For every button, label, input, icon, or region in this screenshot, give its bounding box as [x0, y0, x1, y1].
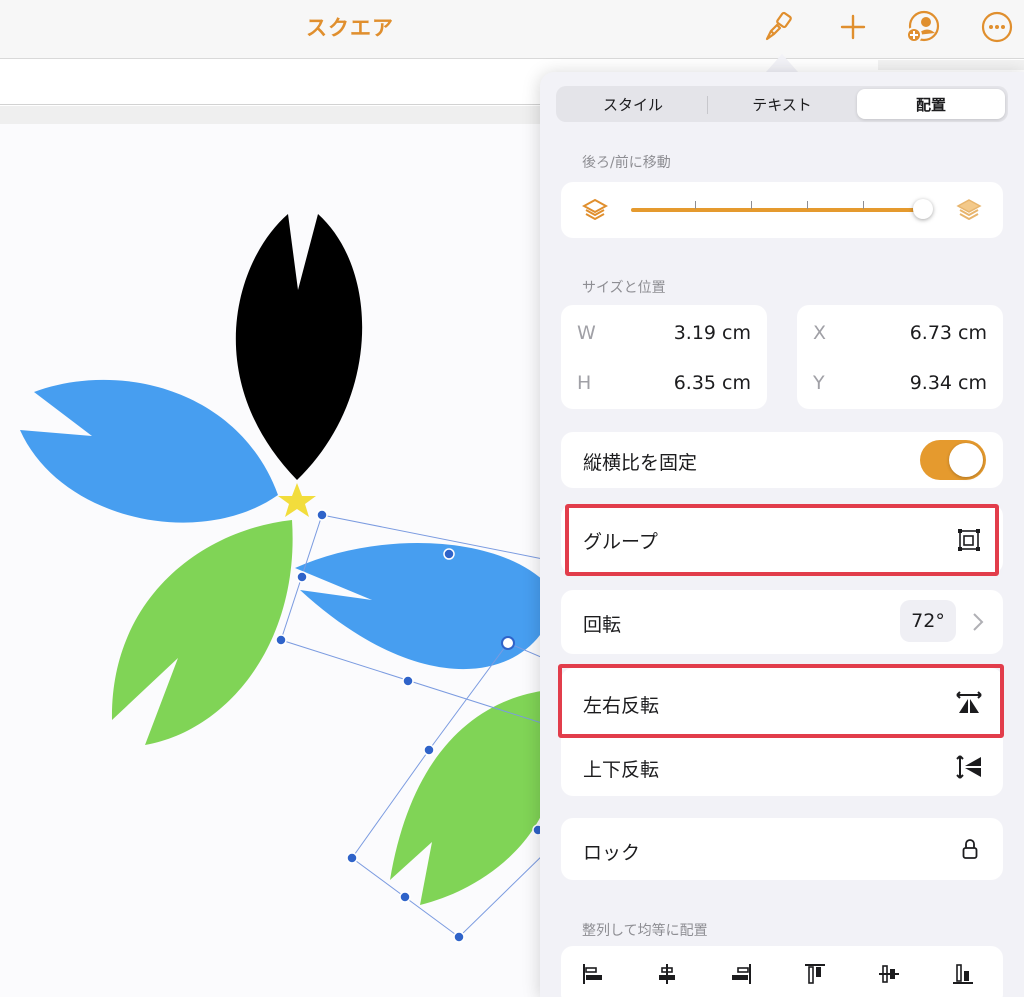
size-position-label: サイズと位置 [582, 280, 666, 296]
width-label: W [577, 322, 596, 344]
size-card: W 3.19 cm H 6.35 cm [561, 305, 767, 409]
align-center-icon[interactable] [653, 960, 681, 988]
ruler-edge [878, 60, 1024, 70]
slider-tick [695, 201, 696, 209]
rotate-label: 回転 [583, 614, 622, 636]
height-field[interactable]: 6.35 cm [674, 372, 751, 394]
align-left-icon[interactable] [579, 960, 607, 988]
tab-arrange[interactable]: 配置 [857, 89, 1005, 119]
toggle-knob [949, 443, 983, 477]
bring-forward-icon[interactable] [955, 196, 983, 224]
lock-icon[interactable] [960, 836, 980, 862]
align-right-icon[interactable] [727, 960, 755, 988]
tab-text[interactable]: テキスト [708, 89, 856, 119]
star-shape [278, 483, 316, 517]
blue-petal-shape [20, 379, 278, 523]
position-card: X 6.73 cm Y 9.34 cm [797, 305, 1003, 409]
collaborate-icon[interactable] [904, 8, 942, 46]
align-section-label: 整列して均等に配置 [582, 923, 708, 939]
plus-icon[interactable] [834, 8, 872, 46]
black-petal-shape [235, 214, 363, 480]
popover-arrow [766, 54, 798, 72]
align-bottom-icon[interactable] [949, 960, 977, 988]
chevron-right-icon[interactable] [968, 610, 988, 634]
slider-thumb[interactable] [913, 199, 933, 219]
flip-horizontal-highlight-box [558, 664, 1004, 738]
align-card [561, 946, 1003, 997]
slider-tick [807, 201, 808, 209]
height-label: H [577, 372, 592, 394]
inspector-tabs: スタイル テキスト 配置 [556, 86, 1008, 122]
flip-vertical-icon[interactable] [954, 753, 984, 781]
flip-vertical-label[interactable]: 上下反転 [583, 755, 659, 782]
rotate-value[interactable]: 72° [900, 600, 956, 642]
x-label: X [813, 322, 827, 344]
more-icon[interactable] [978, 8, 1016, 46]
align-top-icon[interactable] [801, 960, 829, 988]
selected-blue-petal-shape [295, 542, 548, 670]
y-field[interactable]: 9.34 cm [910, 372, 987, 394]
format-inspector: スタイル テキスト 配置 後ろ/前に移動 サイズと位置 W 3.19 cm H … [540, 72, 1024, 997]
layer-slider[interactable] [631, 199, 933, 219]
x-field[interactable]: 6.73 cm [910, 322, 987, 344]
move-card [561, 182, 1003, 238]
width-field[interactable]: 3.19 cm [674, 322, 751, 344]
y-label: Y [813, 372, 825, 394]
green-petal-shape [111, 520, 293, 745]
slider-tick [863, 201, 864, 209]
align-middle-icon[interactable] [875, 960, 903, 988]
constrain-proportions-label: 縦横比を固定 [583, 452, 698, 474]
move-section-label: 後ろ/前に移動 [582, 155, 671, 171]
paintbrush-icon[interactable] [760, 8, 798, 46]
send-backward-icon[interactable] [581, 196, 609, 224]
slider-tick [751, 201, 752, 209]
tab-style[interactable]: スタイル [559, 89, 707, 119]
group-highlight-box [565, 504, 999, 576]
canvas-shapes[interactable] [0, 0, 548, 997]
lock-label: ロック [583, 842, 641, 864]
constrain-proportions-toggle[interactable] [920, 440, 986, 480]
